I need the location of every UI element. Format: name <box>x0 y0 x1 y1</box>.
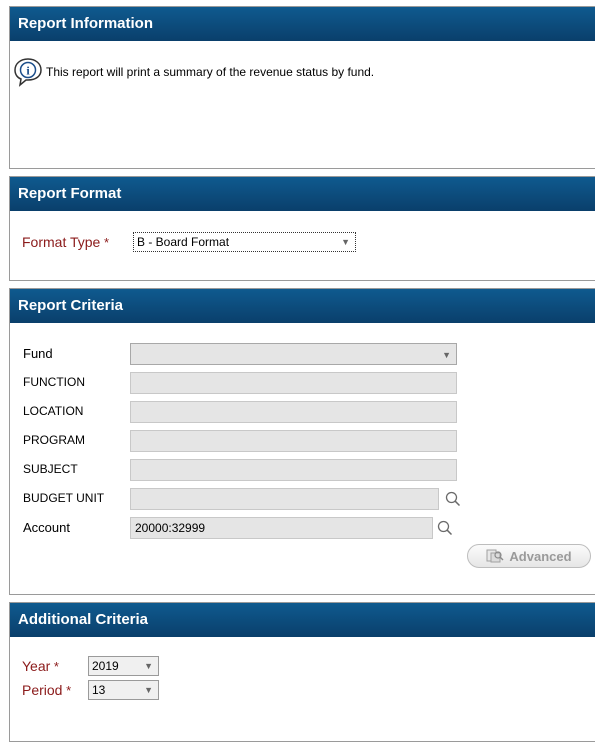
subject-label: SUBJECT <box>23 462 78 476</box>
advanced-button[interactable]: Advanced <box>467 544 591 568</box>
format-type-label-group: Format Type * <box>22 234 109 250</box>
location-field[interactable] <box>130 401 457 423</box>
dropdown-arrow-icon: ▼ <box>144 661 153 671</box>
location-label: LOCATION <box>23 404 84 418</box>
year-label-group: Year * <box>22 658 59 674</box>
function-field[interactable] <box>130 372 457 394</box>
info-icon: i <box>12 56 44 88</box>
dropdown-arrow-icon: ▼ <box>144 685 153 695</box>
required-mark: * <box>66 683 72 698</box>
magnifier-icon[interactable] <box>433 517 457 539</box>
year-label: Year <box>22 658 51 674</box>
format-type-label: Format Type <box>22 234 101 250</box>
report-format-panel: Report Format <box>9 176 595 281</box>
dropdown-arrow-icon: ▼ <box>442 350 451 360</box>
additional-criteria-header: Additional Criteria <box>10 603 595 637</box>
period-label-group: Period * <box>22 682 71 698</box>
year-value: 2019 <box>92 659 119 673</box>
report-format-header: Report Format <box>10 177 595 211</box>
fund-label: Fund <box>23 346 53 361</box>
format-type-value: B - Board Format <box>137 235 230 249</box>
report-criteria-header: Report Criteria <box>10 289 595 323</box>
format-type-select[interactable]: B - Board Format ▼ <box>133 232 356 252</box>
info-message-row: i This report will print a summary of th… <box>12 56 374 88</box>
account-field[interactable]: 20000:32999 <box>130 517 433 539</box>
function-label: FUNCTION <box>23 375 85 389</box>
budget-unit-label: BUDGET UNIT <box>23 491 105 505</box>
program-label: PROGRAM <box>23 433 86 447</box>
dropdown-arrow-icon: ▼ <box>341 237 350 247</box>
account-label: Account <box>23 520 70 535</box>
period-label: Period <box>22 682 63 698</box>
report-information-header: Report Information <box>10 7 595 41</box>
fund-select[interactable]: ▼ <box>130 343 457 365</box>
period-value: 13 <box>92 683 106 697</box>
advanced-label: Advanced <box>509 548 572 564</box>
magnifier-icon[interactable] <box>441 488 465 510</box>
advanced-search-icon <box>486 548 504 564</box>
subject-field[interactable] <box>130 459 457 481</box>
info-message: This report will print a summary of the … <box>46 65 375 79</box>
required-mark: * <box>53 659 59 674</box>
program-field[interactable] <box>130 430 457 452</box>
period-select[interactable]: 13 ▼ <box>88 680 159 700</box>
year-select[interactable]: 2019 ▼ <box>88 656 159 676</box>
account-value: 20000:32999 <box>135 521 206 535</box>
required-mark: * <box>103 235 110 250</box>
budget-unit-field[interactable] <box>130 488 439 510</box>
